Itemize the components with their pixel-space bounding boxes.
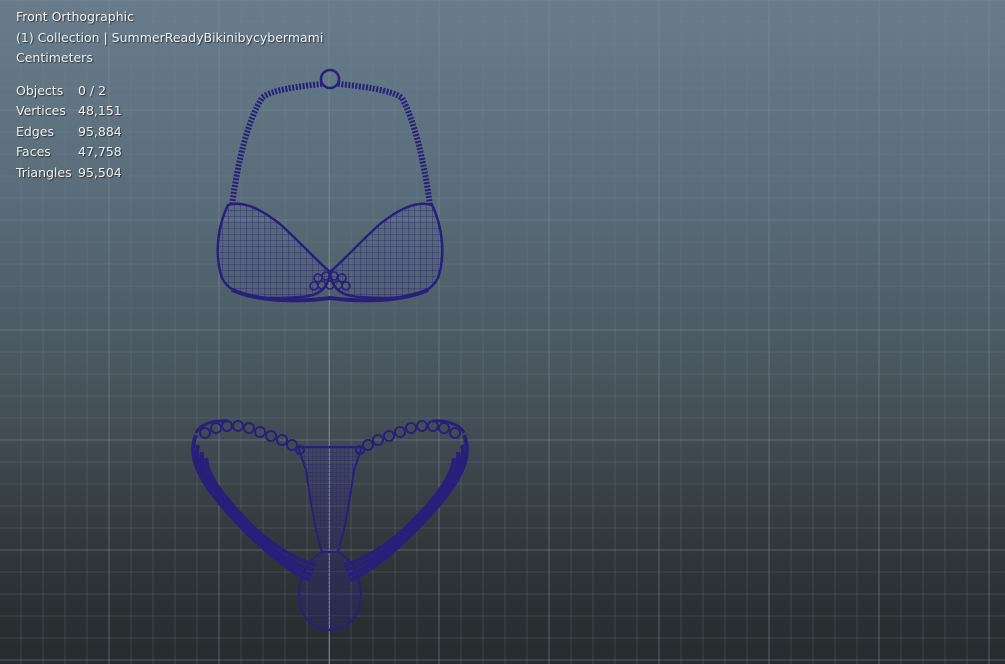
left-bead-chain	[199, 420, 305, 455]
right-strap	[337, 81, 433, 206]
unit-system: Centimeters	[16, 50, 93, 65]
stat-label: Triangles	[16, 164, 72, 180]
bikini-bottom-mesh[interactable]	[191, 419, 469, 632]
stat-value: 48,151	[78, 103, 122, 118]
collection-info: (1) Collection | SummerReadyBikinibycybe…	[16, 29, 324, 45]
stat-label: Vertices	[16, 103, 66, 118]
stat-label: Edges	[16, 123, 54, 139]
front-panel	[296, 446, 364, 553]
stat-row-objects: Objects 0 / 2	[16, 81, 323, 102]
stat-row-edges: Edges 95,884	[16, 122, 323, 143]
stat-value: 95,504	[78, 164, 122, 180]
stat-label: Objects	[16, 82, 64, 98]
neck-ring	[319, 68, 341, 90]
stat-row-faces: Faces 47,758	[16, 142, 323, 163]
left-cup	[216, 202, 332, 300]
left-strings	[191, 434, 317, 582]
viewport-info-overlay: Front Orthographic (1) Collection | Summ…	[16, 7, 323, 183]
right-strings	[343, 434, 469, 582]
3d-viewport[interactable]: Front Orthographic (1) Collection | Summ…	[0, 0, 1005, 664]
stat-row-vertices: Vertices 48,151	[16, 101, 323, 122]
right-bead-chain	[355, 420, 461, 455]
right-cup	[328, 202, 444, 300]
stat-label: Faces	[16, 144, 51, 159]
stat-value: 0 / 2	[78, 82, 107, 98]
stat-value: 95,884	[78, 123, 122, 139]
view-name: Front Orthographic	[16, 9, 134, 24]
stat-value: 47,758	[78, 144, 122, 159]
stat-row-triangles: Triangles 95,504	[16, 163, 323, 184]
scene-statistics: Objects 0 / 2 Vertices 48,151 Edges 95,8…	[16, 81, 323, 184]
